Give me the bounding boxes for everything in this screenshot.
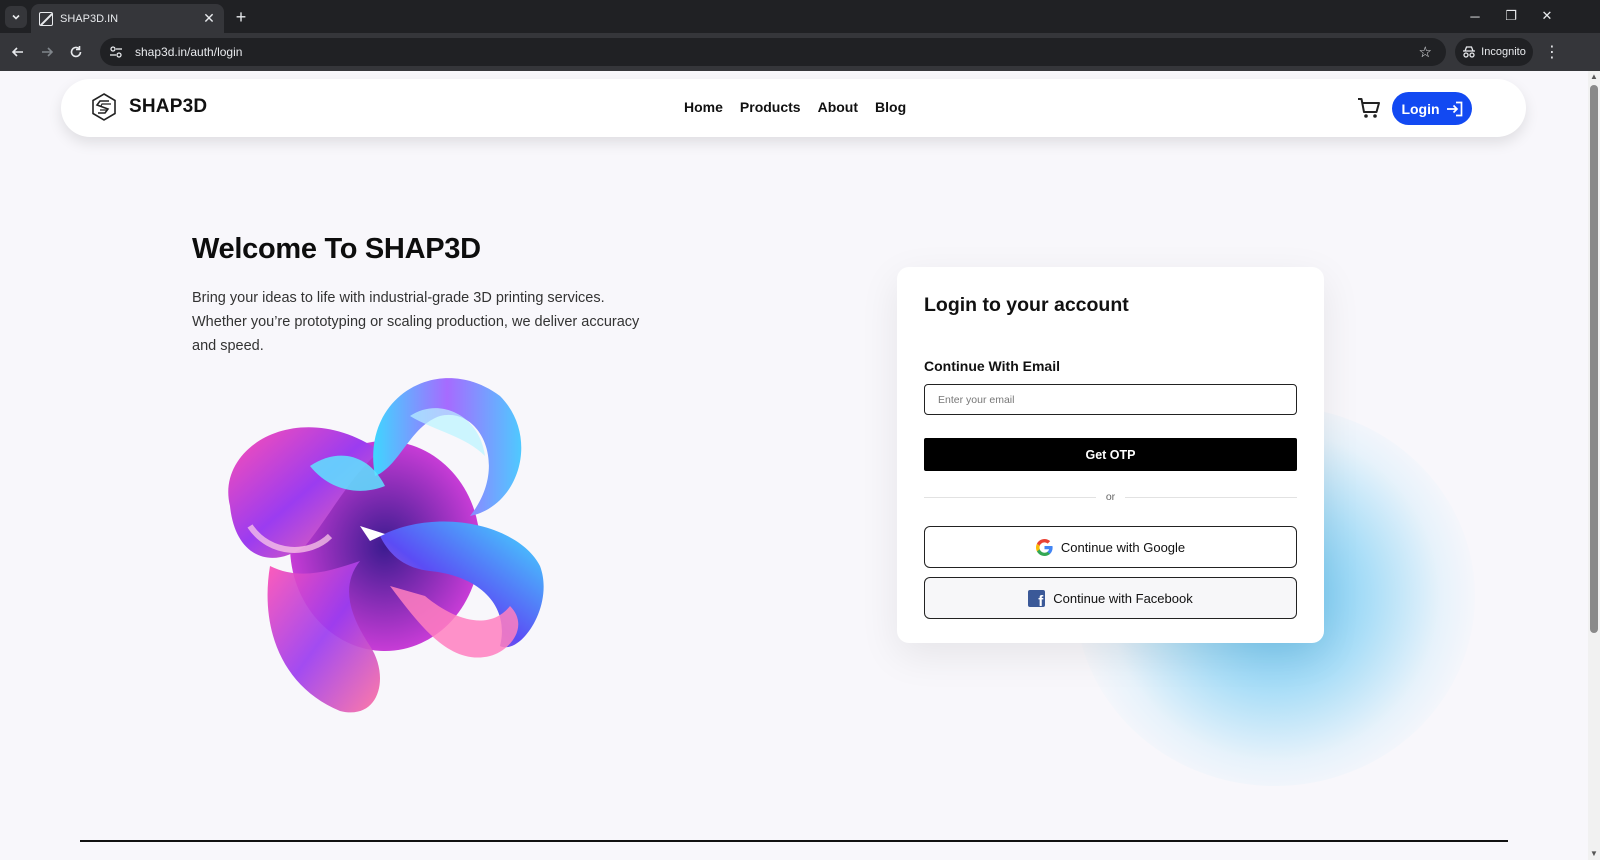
get-otp-button[interactable]: Get OTP (924, 438, 1297, 471)
browser-toolbar: shap3d.in/auth/login ☆ Incognito ⋮ (0, 33, 1600, 71)
google-button-label: Continue with Google (1060, 539, 1186, 555)
login-card-title: Login to your account (924, 294, 1129, 316)
main-nav: Home Products About Blog (684, 99, 906, 115)
browser-tab-active[interactable]: SHAP3D.IN ✕ (31, 4, 224, 33)
close-icon[interactable]: ✕ (200, 10, 218, 27)
tab-search-button[interactable] (5, 6, 27, 28)
forward-button[interactable] (35, 40, 59, 64)
minimize-button[interactable]: ─ (1457, 5, 1493, 27)
continue-with-google-button[interactable]: Continue with Google (924, 526, 1297, 568)
site-info-icon[interactable] (108, 44, 124, 60)
close-window-button[interactable]: ✕ (1529, 5, 1565, 27)
address-bar[interactable]: shap3d.in/auth/login ☆ (100, 38, 1446, 66)
login-card: Login to your account Continue With Emai… (897, 267, 1324, 643)
continue-with-facebook-button[interactable]: f Continue with Facebook (924, 577, 1297, 619)
restore-button[interactable]: ❐ (1493, 5, 1529, 27)
iridescent-3d-shape-image (228, 378, 544, 713)
bookmark-star-icon[interactable]: ☆ (1419, 43, 1432, 61)
browser-menu-icon[interactable]: ⋮ (1540, 40, 1564, 64)
brand-name: SHAP3D (129, 96, 208, 117)
incognito-icon (1463, 46, 1476, 58)
nav-link-products[interactable]: Products (740, 99, 801, 115)
login-arrow-icon (1446, 101, 1462, 116)
page-viewport: SHAP3D Home Products About Blog Login We… (0, 71, 1588, 860)
divider-text: or (1105, 491, 1116, 503)
cart-icon[interactable] (1357, 97, 1381, 119)
facebook-button-label: Continue with Facebook (1053, 590, 1193, 606)
favicon-icon (39, 11, 53, 26)
facebook-icon: f (1028, 589, 1046, 607)
hero-title: Welcome To SHAP3D (192, 233, 481, 265)
divider-line-right (1125, 496, 1297, 498)
hero-description: Bring your ideas to life with industrial… (192, 290, 640, 354)
chevron-down-icon (12, 14, 20, 20)
reload-button[interactable] (64, 40, 88, 64)
reload-icon (70, 46, 82, 58)
browser-tabstrip: SHAP3D.IN ✕ + ─ ❐ ✕ (0, 0, 1600, 33)
back-button[interactable] (6, 40, 30, 64)
nav-login-label: Login (1401, 100, 1440, 117)
nav-login-button[interactable]: Login (1392, 92, 1472, 125)
brand[interactable]: SHAP3D (89, 92, 207, 122)
incognito-indicator[interactable]: Incognito (1455, 38, 1533, 66)
url-text[interactable]: shap3d.in/auth/login (135, 45, 1419, 59)
google-icon (1035, 538, 1053, 556)
incognito-label: Incognito (1481, 46, 1526, 58)
arrow-right-icon (42, 47, 54, 57)
scrollbar-thumb[interactable] (1590, 85, 1598, 633)
tab-title: SHAP3D.IN (60, 12, 119, 25)
site-navbar: SHAP3D Home Products About Blog Login (61, 79, 1526, 137)
footer-divider (80, 840, 1508, 842)
email-input[interactable] (924, 384, 1297, 415)
arrow-left-icon (11, 47, 23, 57)
or-divider: or (924, 490, 1297, 504)
scroll-down-icon[interactable]: ▼ (1590, 850, 1598, 858)
nav-link-home[interactable]: Home (684, 99, 723, 115)
page-scrollbar[interactable]: ▲ ▼ (1588, 71, 1600, 860)
shap3d-logo-icon (92, 93, 116, 121)
scroll-up-icon[interactable]: ▲ (1590, 73, 1598, 81)
divider-line-left (924, 496, 1096, 498)
nav-link-blog[interactable]: Blog (875, 99, 906, 115)
new-tab-button[interactable]: + (230, 6, 252, 28)
nav-link-about[interactable]: About (818, 99, 858, 115)
email-label: Continue With Email (924, 358, 1060, 374)
